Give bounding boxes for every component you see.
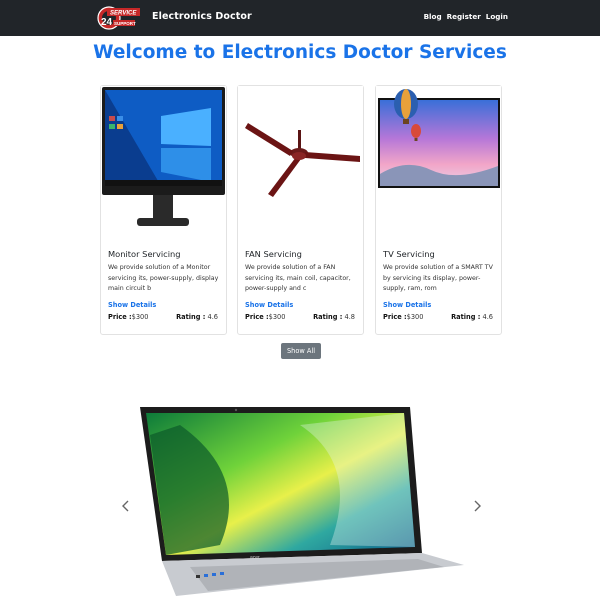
nav-link-blog[interactable]: Blog bbox=[424, 12, 442, 21]
card-price: Price :$300 bbox=[108, 313, 148, 321]
rating-value: 4.8 bbox=[344, 313, 356, 321]
card-description: We provide solution of a FAN servicing i… bbox=[245, 264, 351, 292]
ceiling-fan-image bbox=[238, 86, 363, 236]
laptop-image: acer bbox=[140, 407, 464, 596]
chevron-right-icon[interactable] bbox=[470, 499, 484, 513]
card-title: TV Servicing bbox=[383, 249, 435, 259]
card-title: Monitor Servicing bbox=[108, 249, 181, 259]
rating-label: Rating : bbox=[451, 313, 481, 321]
brand-name[interactable]: Electronics Doctor bbox=[152, 11, 252, 22]
monitor-image bbox=[101, 86, 226, 236]
price-value: $300 bbox=[268, 313, 286, 321]
card-title: FAN Servicing bbox=[245, 249, 302, 259]
svg-text:acer: acer bbox=[250, 555, 260, 561]
card-rating: Rating : 4.8 bbox=[313, 313, 355, 321]
price-value: $300 bbox=[406, 313, 424, 321]
service-card-monitor: Monitor Servicing We provide solution of… bbox=[100, 85, 227, 335]
nav-link-register[interactable]: Register bbox=[447, 12, 481, 21]
price-label: Price : bbox=[108, 313, 132, 321]
price-label: Price : bbox=[245, 313, 269, 321]
card-description: We provide solution of a SMART TV by ser… bbox=[383, 264, 493, 292]
tv-image bbox=[376, 86, 501, 236]
card-price: Price :$300 bbox=[383, 313, 423, 321]
chevron-left-icon[interactable] bbox=[119, 499, 133, 513]
page-title: Welcome to Electronics Doctor Services bbox=[93, 42, 507, 63]
show-details-link[interactable]: Show Details bbox=[383, 301, 431, 309]
svg-text:SERVICE: SERVICE bbox=[110, 11, 137, 17]
card-rating: Rating : 4.6 bbox=[176, 313, 218, 321]
show-details-link[interactable]: Show Details bbox=[108, 301, 156, 309]
service-card-fan: FAN Servicing We provide solution of a F… bbox=[237, 85, 364, 335]
show-all-button[interactable]: Show All bbox=[281, 343, 321, 359]
service-card-tv: TV Servicing We provide solution of a SM… bbox=[375, 85, 502, 335]
price-label: Price : bbox=[383, 313, 407, 321]
price-value: $300 bbox=[131, 313, 149, 321]
card-price: Price :$300 bbox=[245, 313, 285, 321]
nav-link-login[interactable]: Login bbox=[486, 12, 508, 21]
rating-label: Rating : bbox=[313, 313, 343, 321]
service-24-logo[interactable]: SERVICE 24 SUPPORT bbox=[97, 5, 143, 31]
nav-links: Blog Register Login bbox=[424, 12, 508, 21]
card-rating: Rating : 4.6 bbox=[451, 313, 493, 321]
carousel: acer bbox=[100, 395, 500, 596]
svg-text:24: 24 bbox=[101, 17, 113, 28]
navbar: SERVICE 24 SUPPORT Electronics Doctor Bl… bbox=[0, 0, 600, 36]
show-details-link[interactable]: Show Details bbox=[245, 301, 293, 309]
rating-value: 4.6 bbox=[482, 313, 494, 321]
rating-label: Rating : bbox=[176, 313, 206, 321]
svg-text:SUPPORT: SUPPORT bbox=[114, 21, 136, 26]
rating-value: 4.6 bbox=[207, 313, 219, 321]
card-description: We provide solution of a Monitor servici… bbox=[108, 264, 219, 292]
